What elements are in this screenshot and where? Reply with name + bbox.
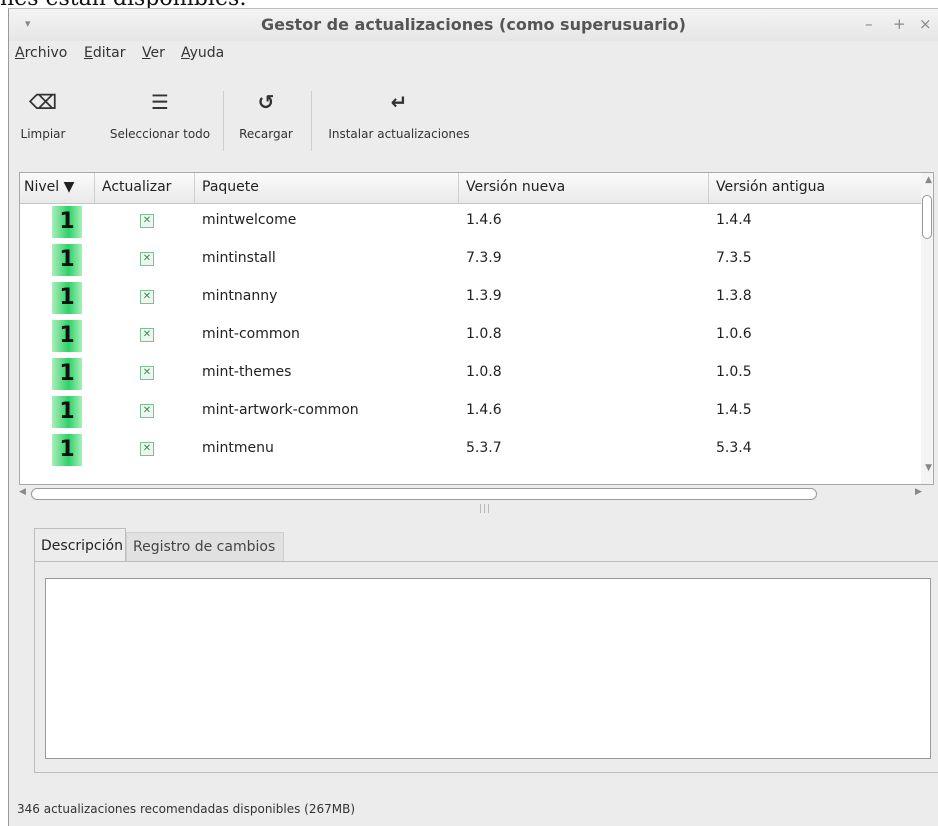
package-name: mintinstall [202, 250, 276, 266]
table-header: Nivel ▼ Actualizar Paquete Versión nueva… [20, 173, 926, 204]
tab-description[interactable]: Descripción [34, 528, 126, 562]
install-updates-button[interactable]: ↵ Instalar actualizaciones [319, 89, 479, 141]
reload-button[interactable]: ↺ Recargar [233, 89, 299, 141]
horizontal-scroll-thumb[interactable] [31, 488, 817, 500]
status-bar: 346 actualizaciones recomendadas disponi… [17, 802, 356, 816]
new-version: 7.3.9 [466, 250, 502, 266]
select-all-button[interactable]: ☰ Seleccionar todo [95, 89, 225, 141]
package-name: mintmenu [202, 440, 274, 456]
minimize-icon[interactable]: – [865, 15, 873, 33]
vertical-scrollbar[interactable]: ▲ ▼ [921, 173, 933, 484]
vertical-scroll-thumb[interactable] [922, 195, 932, 239]
table-row[interactable]: 1 ✕ mintnanny 1.3.9 1.3.8 [20, 279, 926, 317]
table-row[interactable]: 1 ✕ mint-artwork-common 1.4.6 1.4.5 [20, 393, 926, 431]
toolbar-separator [311, 91, 312, 151]
menu-bar: Archivo Editar Ver Ayuda [9, 43, 938, 69]
old-version: 1.4.5 [716, 402, 752, 418]
reload-icon: ↺ [257, 90, 275, 114]
update-checkbox[interactable]: ✕ [140, 214, 154, 228]
install-icon: ↵ [390, 90, 408, 114]
package-name: mintwelcome [202, 212, 297, 228]
column-header-level[interactable]: Nivel ▼ [24, 179, 74, 195]
new-version: 1.4.6 [466, 212, 502, 228]
tab-changelog[interactable]: Registro de cambios [126, 532, 284, 562]
menu-ayuda[interactable]: Ayuda [181, 45, 224, 61]
scroll-up-icon[interactable]: ▲ [925, 175, 932, 185]
description-text-area[interactable] [45, 578, 931, 759]
menu-archivo[interactable]: Archivo [15, 45, 67, 61]
old-version: 1.4.4 [716, 212, 752, 228]
package-name: mint-artwork-common [202, 402, 359, 418]
old-version: 7.3.5 [716, 250, 752, 266]
new-version: 1.3.9 [466, 288, 502, 304]
update-checkbox[interactable]: ✕ [140, 366, 154, 380]
update-manager-window: ▾ Gestor de actualizaciones (como superu… [8, 8, 938, 826]
toolbar: ⌫ Limpiar ☰ Seleccionar todo ↺ Recargar … [9, 89, 938, 165]
new-version: 1.0.8 [466, 326, 502, 342]
window-title: Gestor de actualizaciones (como superusu… [261, 15, 686, 34]
level-badge: 1 [52, 358, 82, 390]
package-name: mint-common [202, 326, 300, 342]
new-version: 5.3.7 [466, 440, 502, 456]
column-header-new-version[interactable]: Versión nueva [466, 179, 565, 195]
old-version: 5.3.4 [716, 440, 752, 456]
level-badge: 1 [52, 206, 82, 238]
updates-table: Nivel ▼ Actualizar Paquete Versión nueva… [19, 172, 934, 485]
package-name: mint-themes [202, 364, 292, 380]
close-icon[interactable]: × [919, 15, 932, 33]
old-version: 1.3.8 [716, 288, 752, 304]
menu-ver[interactable]: Ver [142, 45, 165, 61]
toolbar-separator [223, 91, 224, 151]
update-checkbox[interactable]: ✕ [140, 442, 154, 456]
table-row[interactable]: 1 ✕ mint-common 1.0.8 1.0.6 [20, 317, 926, 355]
level-badge: 1 [52, 396, 82, 428]
new-version: 1.4.6 [466, 402, 502, 418]
select-all-icon: ☰ [151, 90, 169, 114]
package-name: mintnanny [202, 288, 278, 304]
pane-resize-grip-icon[interactable]: ||| [479, 504, 491, 514]
old-version: 1.0.6 [716, 326, 752, 342]
level-badge: 1 [52, 282, 82, 314]
table-row[interactable]: 1 ✕ mint-themes 1.0.8 1.0.5 [20, 355, 926, 393]
column-header-old-version[interactable]: Versión antigua [716, 179, 825, 195]
clear-icon: ⌫ [28, 90, 58, 114]
level-badge: 1 [52, 320, 82, 352]
title-bar: ▾ Gestor de actualizaciones (como superu… [9, 9, 938, 41]
update-checkbox[interactable]: ✕ [140, 252, 154, 266]
update-checkbox[interactable]: ✕ [140, 404, 154, 418]
scroll-right-icon[interactable]: ▶ [915, 487, 922, 497]
column-header-update[interactable]: Actualizar [102, 179, 171, 195]
level-badge: 1 [52, 434, 82, 466]
old-version: 1.0.5 [716, 364, 752, 380]
update-checkbox[interactable]: ✕ [140, 290, 154, 304]
menu-editar[interactable]: Editar [84, 45, 125, 61]
scroll-down-icon[interactable]: ▼ [925, 463, 932, 473]
horizontal-scrollbar[interactable]: ◀ ▶ [19, 487, 934, 501]
column-header-package[interactable]: Paquete [202, 179, 259, 195]
table-row[interactable]: 1 ✕ mintinstall 7.3.9 7.3.5 [20, 241, 926, 279]
scroll-left-icon[interactable]: ◀ [19, 487, 26, 497]
clear-button[interactable]: ⌫ Limpiar [13, 89, 73, 141]
update-checkbox[interactable]: ✕ [140, 328, 154, 342]
maximize-icon[interactable]: + [893, 15, 906, 33]
level-badge: 1 [52, 244, 82, 276]
table-row[interactable]: 1 ✕ mintmenu 5.3.7 5.3.4 [20, 431, 926, 469]
table-row[interactable]: 1 ✕ mintwelcome 1.4.6 1.4.4 [20, 203, 926, 241]
new-version: 1.0.8 [466, 364, 502, 380]
background-text: nes están disponibles: [0, 0, 938, 8]
